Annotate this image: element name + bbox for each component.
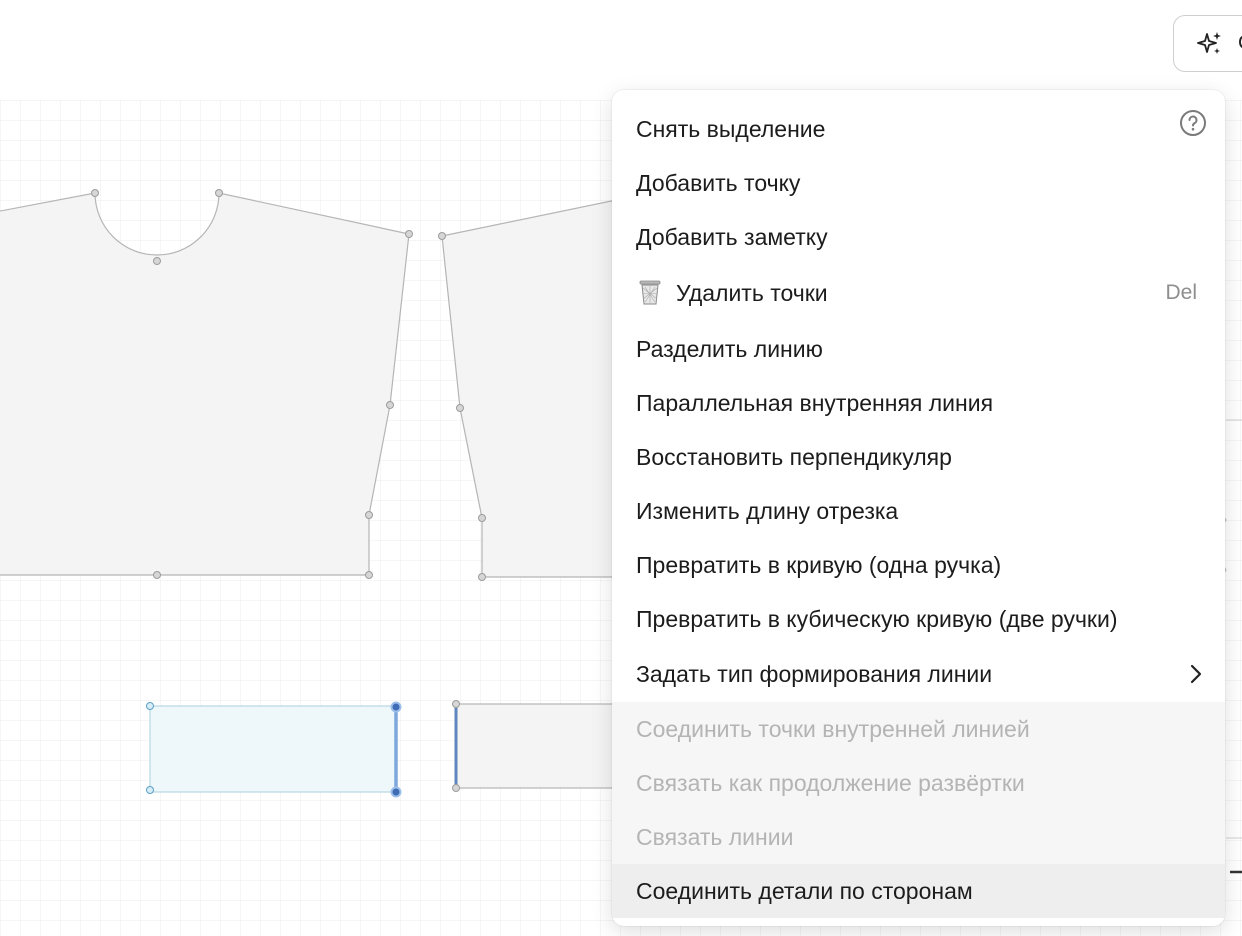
menu-item-join-pieces-by-sides[interactable]: Соединить детали по сторонам xyxy=(612,864,1225,918)
pattern-point[interactable] xyxy=(390,786,402,798)
menu-item-shortcut: Del xyxy=(1165,281,1197,304)
pattern-point[interactable] xyxy=(91,189,99,197)
menu-item-label: Связать линии xyxy=(636,824,794,850)
back-bodice-piece[interactable] xyxy=(438,194,641,581)
menu-item-label: Разделить линию xyxy=(636,336,823,362)
menu-item-to-curve-one-handle[interactable]: Превратить в кривую (одна ручка) xyxy=(612,538,1225,592)
ai-button-label: С xyxy=(1238,32,1242,55)
menu-item-label: Удалить точки xyxy=(676,280,828,306)
menu-item-change-segment-length[interactable]: Изменить длину отрезка xyxy=(612,484,1225,538)
menu-item-link-lines: Связать линии xyxy=(612,810,1225,864)
menu-item-label: Связать как продолжение развёртки xyxy=(636,770,1025,796)
chevron-right-icon xyxy=(1190,664,1202,684)
menu-item-label: Восстановить перпендикуляр xyxy=(636,444,952,470)
menu-item-label: Параллельная внутренняя линия xyxy=(636,390,994,416)
pattern-point[interactable] xyxy=(153,571,161,579)
pattern-point[interactable] xyxy=(365,571,373,579)
context-menu: Снять выделение Добавить точку Добавить … xyxy=(612,90,1225,926)
cuff-piece-left[interactable] xyxy=(146,701,402,798)
menu-item-line-forming-type[interactable]: Задать тип формирования линии xyxy=(612,647,1225,701)
menu-item-restore-perpendicular[interactable]: Восстановить перпендикуляр xyxy=(612,430,1225,484)
pattern-point[interactable] xyxy=(215,189,223,197)
pattern-point[interactable] xyxy=(478,573,486,581)
menu-item-label: Соединить детали по сторонам xyxy=(636,878,973,904)
pattern-point[interactable] xyxy=(386,401,394,409)
menu-item-label: Соединить точки внутренней линией xyxy=(636,716,1030,742)
pattern-point[interactable] xyxy=(390,701,402,713)
menu-item-deselect[interactable]: Снять выделение xyxy=(612,102,1225,156)
menu-item-split-line[interactable]: Разделить линию xyxy=(612,322,1225,376)
pattern-point[interactable] xyxy=(405,230,413,238)
menu-item-parallel-inner-line[interactable]: Параллельная внутренняя линия xyxy=(612,376,1225,430)
menu-item-label: Добавить точку xyxy=(636,170,801,196)
pattern-point[interactable] xyxy=(438,232,446,240)
pattern-point[interactable] xyxy=(153,257,161,265)
menu-item-to-cubic-curve[interactable]: Превратить в кубическую кривую (две ручк… xyxy=(612,592,1225,646)
sparkles-icon xyxy=(1197,32,1221,54)
menu-item-connect-inner-line: Соединить точки внутренней линией xyxy=(612,702,1225,756)
pattern-point[interactable] xyxy=(452,784,460,792)
pattern-point[interactable] xyxy=(478,514,486,522)
pattern-point[interactable] xyxy=(146,786,154,794)
menu-item-add-point[interactable]: Добавить точку xyxy=(612,156,1225,210)
menu-item-delete-points[interactable]: Удалить точки Del xyxy=(612,266,1225,320)
menu-item-label: Добавить заметку xyxy=(636,224,828,250)
menu-item-link-unfold-continuation: Связать как продолжение развёртки xyxy=(612,756,1225,810)
menu-item-label: Превратить в кривую (одна ручка) xyxy=(636,552,1002,578)
pattern-point[interactable] xyxy=(452,700,460,708)
front-bodice-piece[interactable] xyxy=(0,189,413,579)
pattern-point[interactable] xyxy=(146,702,154,710)
trash-icon xyxy=(639,280,661,305)
menu-item-label: Изменить длину отрезка xyxy=(636,498,899,524)
menu-item-add-note[interactable]: Добавить заметку xyxy=(612,210,1225,264)
pattern-point[interactable] xyxy=(365,511,373,519)
menu-item-label: Снять выделение xyxy=(636,116,826,142)
menu-item-label: Задать тип формирования линии xyxy=(636,661,993,687)
pattern-point[interactable] xyxy=(456,404,464,412)
ai-assistant-button[interactable]: С xyxy=(1173,15,1242,72)
menu-item-label: Превратить в кубическую кривую (две ручк… xyxy=(636,606,1118,632)
